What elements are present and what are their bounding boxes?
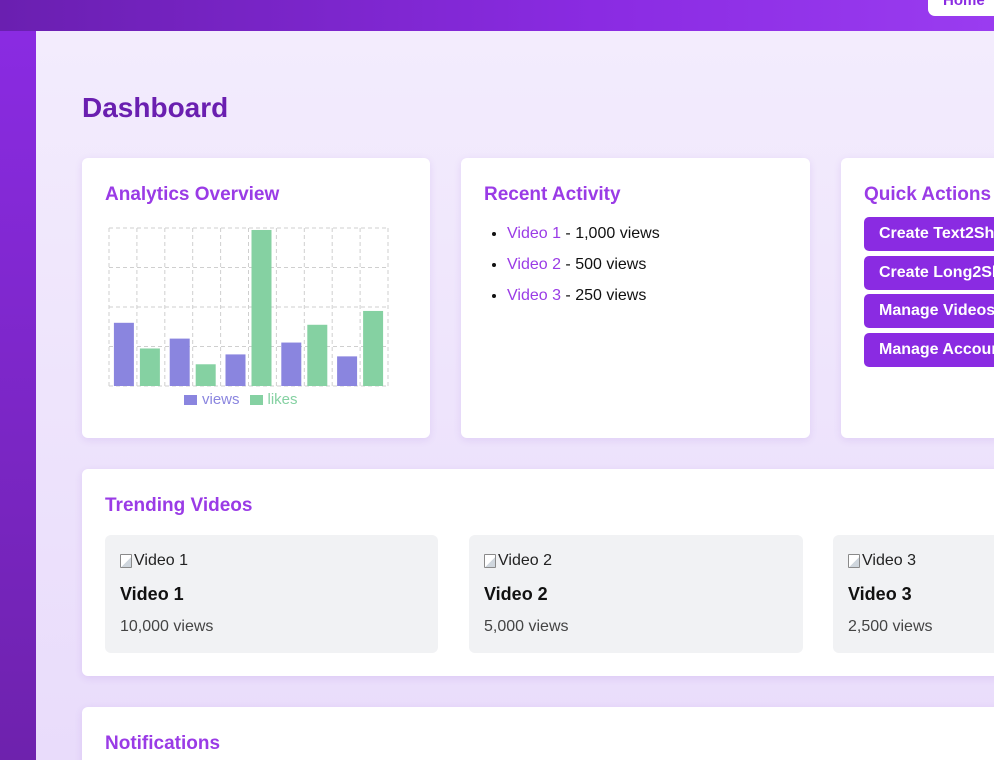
bar-likes [251, 229, 272, 386]
create-long2short-button[interactable]: Create Long2Short [864, 256, 994, 290]
list-item: Video 1 - 1,000 views [507, 224, 660, 255]
broken-image-icon [848, 554, 860, 568]
bar-likes [363, 310, 384, 386]
bar-views [169, 338, 190, 386]
bar-views [113, 322, 134, 386]
activity-text: - 1,000 views [560, 225, 660, 242]
video-views: 5,000 views [484, 618, 569, 635]
activity-text: - 500 views [560, 256, 647, 273]
manage-account-button[interactable]: Manage Account [864, 333, 994, 367]
analytics-chart [108, 227, 389, 387]
broken-image-icon [484, 554, 496, 568]
sidebar [0, 31, 36, 760]
analytics-card: Analytics Overview views likes [82, 158, 430, 438]
video-thumbnail: Video 1 [120, 552, 188, 570]
top-navbar: Home [0, 0, 994, 31]
video-thumbnail: Video 3 [848, 552, 916, 570]
bar-views [225, 354, 246, 386]
video-views: 10,000 views [120, 618, 214, 635]
legend-views-label: views [202, 391, 240, 408]
activity-link-video-3[interactable]: Video 3 [507, 287, 561, 304]
video-card-3[interactable]: Video 3 Video 3 2,500 views [833, 535, 994, 653]
activity-link-video-2[interactable]: Video 2 [507, 256, 561, 273]
page-title: Dashboard [82, 92, 229, 123]
activity-text: - 250 views [560, 287, 647, 304]
video-title: Video 1 [120, 584, 184, 604]
notifications-card: Notifications [82, 707, 994, 760]
views-swatch [184, 394, 197, 405]
create-text2short-button[interactable]: Create Text2Short [864, 217, 994, 251]
recent-activity-title: Recent Activity [484, 184, 621, 205]
bar-likes [307, 324, 328, 386]
video-views: 2,500 views [848, 618, 933, 635]
quick-actions-title: Quick Actions [864, 184, 992, 205]
analytics-title: Analytics Overview [105, 184, 280, 205]
chart-legend: views likes [184, 391, 298, 408]
likes-swatch [249, 394, 263, 405]
video-thumbnail: Video 2 [484, 552, 552, 570]
manage-videos-button[interactable]: Manage Videos [864, 294, 994, 328]
legend-views[interactable]: views [184, 391, 240, 408]
activity-link-video-1[interactable]: Video 1 [507, 225, 561, 242]
quick-actions-card: Quick Actions Create Text2Short Create L… [841, 158, 994, 438]
video-title: Video 2 [484, 584, 548, 604]
bar-likes [195, 364, 216, 386]
video-title: Video 3 [848, 584, 912, 604]
trending-videos-card: Trending Videos Video 1 Video 1 10,000 v… [82, 469, 994, 676]
thumbnail-alt-text: Video 2 [498, 552, 552, 569]
bar-views [281, 342, 302, 386]
video-card-1[interactable]: Video 1 Video 1 10,000 views [105, 535, 438, 653]
list-item: Video 3 - 250 views [507, 286, 660, 317]
thumbnail-alt-text: Video 3 [862, 552, 916, 569]
bar-likes [139, 348, 160, 386]
video-card-2[interactable]: Video 2 Video 2 5,000 views [469, 535, 803, 653]
broken-image-icon [120, 554, 132, 568]
bar-views [337, 356, 358, 386]
thumbnail-alt-text: Video 1 [134, 552, 188, 569]
legend-likes-label: likes [267, 391, 298, 408]
recent-activity-card: Recent Activity Video 1 - 1,000 views Vi… [461, 158, 810, 438]
notifications-title: Notifications [105, 733, 221, 754]
activity-list: Video 1 - 1,000 views Video 2 - 500 view… [507, 224, 660, 317]
list-item: Video 2 - 500 views [507, 255, 660, 286]
legend-likes[interactable]: likes [249, 391, 298, 408]
trending-videos-title: Trending Videos [105, 495, 253, 516]
home-button[interactable]: Home [928, 0, 994, 16]
